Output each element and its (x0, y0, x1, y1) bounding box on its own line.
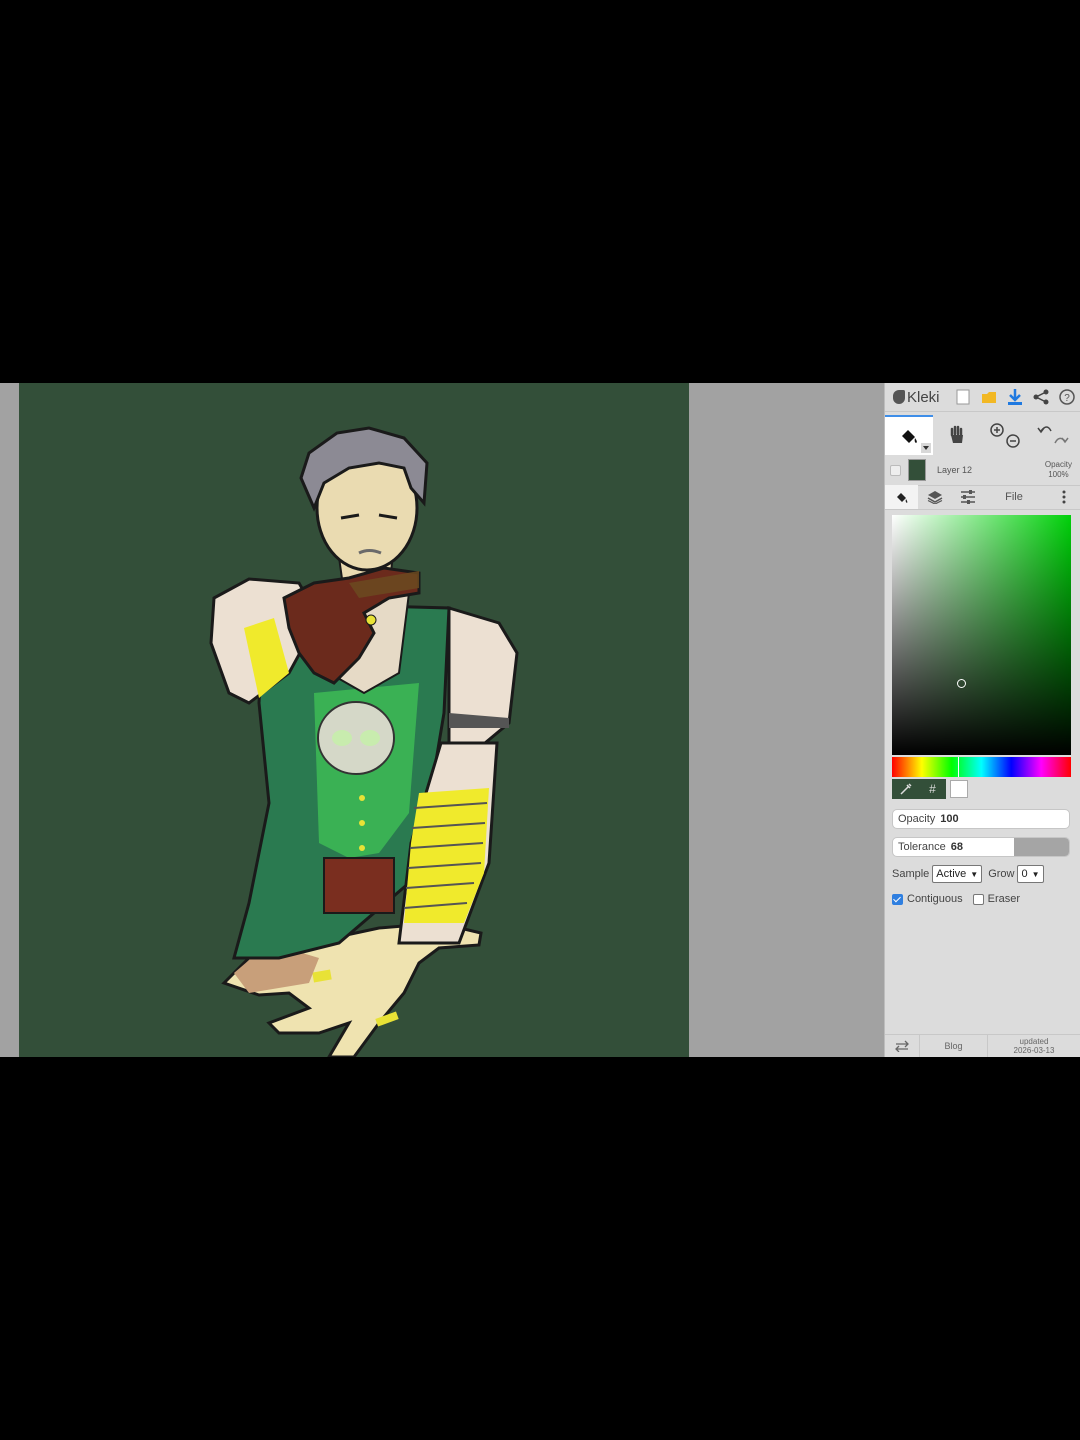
help-button[interactable]: ? (1055, 385, 1079, 409)
tab-file[interactable]: File (984, 485, 1044, 509)
more-icon (1062, 490, 1066, 504)
secondary-color-swatch[interactable] (950, 780, 968, 798)
undo-icon[interactable] (1037, 426, 1052, 434)
zoom-in-icon[interactable] (990, 423, 1004, 437)
new-image-icon (956, 389, 970, 405)
download-icon (1008, 389, 1022, 405)
updated-date: 2026-03-13 (1013, 1046, 1055, 1055)
app-name: Kleki (907, 388, 940, 406)
grow-label: Grow (988, 868, 1015, 880)
more-menu-button[interactable] (1044, 490, 1080, 504)
contiguous-checkbox[interactable] (892, 893, 903, 905)
layer-visibility-checkbox[interactable] (890, 464, 901, 476)
contiguous-label[interactable]: Contiguous (907, 893, 963, 905)
tab-tool-settings[interactable] (885, 485, 918, 509)
chevron-down-icon: ▼ (1031, 869, 1040, 879)
toolbar (885, 415, 1080, 455)
blog-link[interactable]: Blog (920, 1035, 988, 1057)
color-picker-handle[interactable] (957, 679, 966, 688)
updated-info[interactable]: updated 2026-03-13 (988, 1035, 1080, 1057)
zoom-tools (981, 415, 1029, 455)
tolerance-slider-fill (1013, 838, 1069, 856)
tool-panel: Kleki ? Layer 12 Opacity 100% File # Opa… (884, 383, 1080, 1057)
hand-icon (950, 425, 963, 443)
sample-select-value: Active (936, 868, 967, 880)
layers-icon (927, 491, 942, 504)
panel-footer: Blog updated 2026-03-13 (885, 1034, 1080, 1057)
layer-name: Layer 12 (937, 465, 973, 475)
layer-opacity-label: Opacity (1044, 460, 1072, 469)
color-controls: # (892, 779, 1071, 799)
tolerance-slider[interactable]: Tolerance 68 (892, 837, 1070, 857)
hue-slider[interactable] (892, 757, 1071, 777)
hue-slider-handle[interactable] (958, 757, 960, 777)
layer-opacity-value: 100% (1048, 470, 1069, 479)
active-layer-row[interactable]: Layer 12 Opacity 100% (885, 455, 1080, 486)
updated-label: updated (1019, 1037, 1049, 1046)
open-button[interactable] (977, 385, 1001, 409)
kleki-app: Kleki ? Layer 12 Opacity 100% File # Opa… (0, 383, 1080, 1057)
zoom-out-icon[interactable] (1006, 434, 1020, 448)
sample-label: Sample (892, 868, 930, 880)
hex-input-button[interactable]: # (919, 779, 946, 799)
share-icon (1033, 389, 1049, 405)
tolerance-label: Tolerance (898, 841, 946, 853)
redo-icon[interactable] (1054, 437, 1069, 444)
share-button[interactable] (1029, 385, 1053, 409)
tab-layers[interactable] (918, 485, 951, 509)
swap-ui-side-button[interactable] (885, 1035, 920, 1057)
opacity-value: 100 (940, 813, 959, 825)
svg-text:?: ? (1064, 393, 1070, 404)
saturation-value-picker[interactable] (892, 515, 1071, 755)
app-logo[interactable]: Kleki (885, 389, 949, 406)
new-image-button[interactable] (951, 385, 975, 409)
top-bar: Kleki ? (885, 383, 1080, 412)
grow-select[interactable]: 0 ▼ (1017, 865, 1044, 883)
open-folder-icon (982, 392, 996, 403)
opacity-slider[interactable]: Opacity 100 (892, 809, 1070, 829)
sample-grow-row: Sample Active ▼ Grow 0 ▼ (892, 865, 1050, 883)
help-icon: ? (1059, 389, 1075, 405)
tab-adjust[interactable] (951, 485, 984, 509)
eraser-checkbox[interactable] (972, 893, 984, 905)
artwork (209, 426, 519, 1057)
canvas-area[interactable] (0, 383, 884, 1057)
kleki-logo-icon (893, 390, 905, 404)
tool-options-caret[interactable] (921, 443, 931, 453)
eraser-label[interactable]: Eraser (988, 893, 1020, 905)
eyedropper-button[interactable] (892, 779, 919, 799)
adjust-icon (960, 490, 975, 504)
chevron-down-icon (923, 446, 929, 450)
sample-select[interactable]: Active ▼ (932, 865, 983, 883)
paint-bucket-icon (902, 430, 917, 443)
hand-tool[interactable] (933, 415, 981, 455)
eyedropper-icon (899, 783, 912, 795)
grow-select-value: 0 (1021, 868, 1028, 880)
swap-icon (895, 1040, 909, 1052)
history-tools (1029, 415, 1077, 455)
tolerance-value: 68 (950, 841, 963, 853)
checkbox-row: Contiguous Eraser (892, 893, 1020, 905)
save-button[interactable] (1003, 385, 1027, 409)
chevron-down-icon: ▼ (970, 869, 979, 879)
opacity-label: Opacity (898, 813, 936, 825)
drawing-canvas[interactable] (19, 383, 689, 1057)
paint-bucket-tool[interactable] (885, 415, 933, 455)
layer-thumbnail (908, 459, 926, 481)
layer-opacity: Opacity 100% (1045, 460, 1072, 480)
panel-tabs: File (885, 485, 1080, 510)
paint-bucket-icon (896, 492, 907, 503)
